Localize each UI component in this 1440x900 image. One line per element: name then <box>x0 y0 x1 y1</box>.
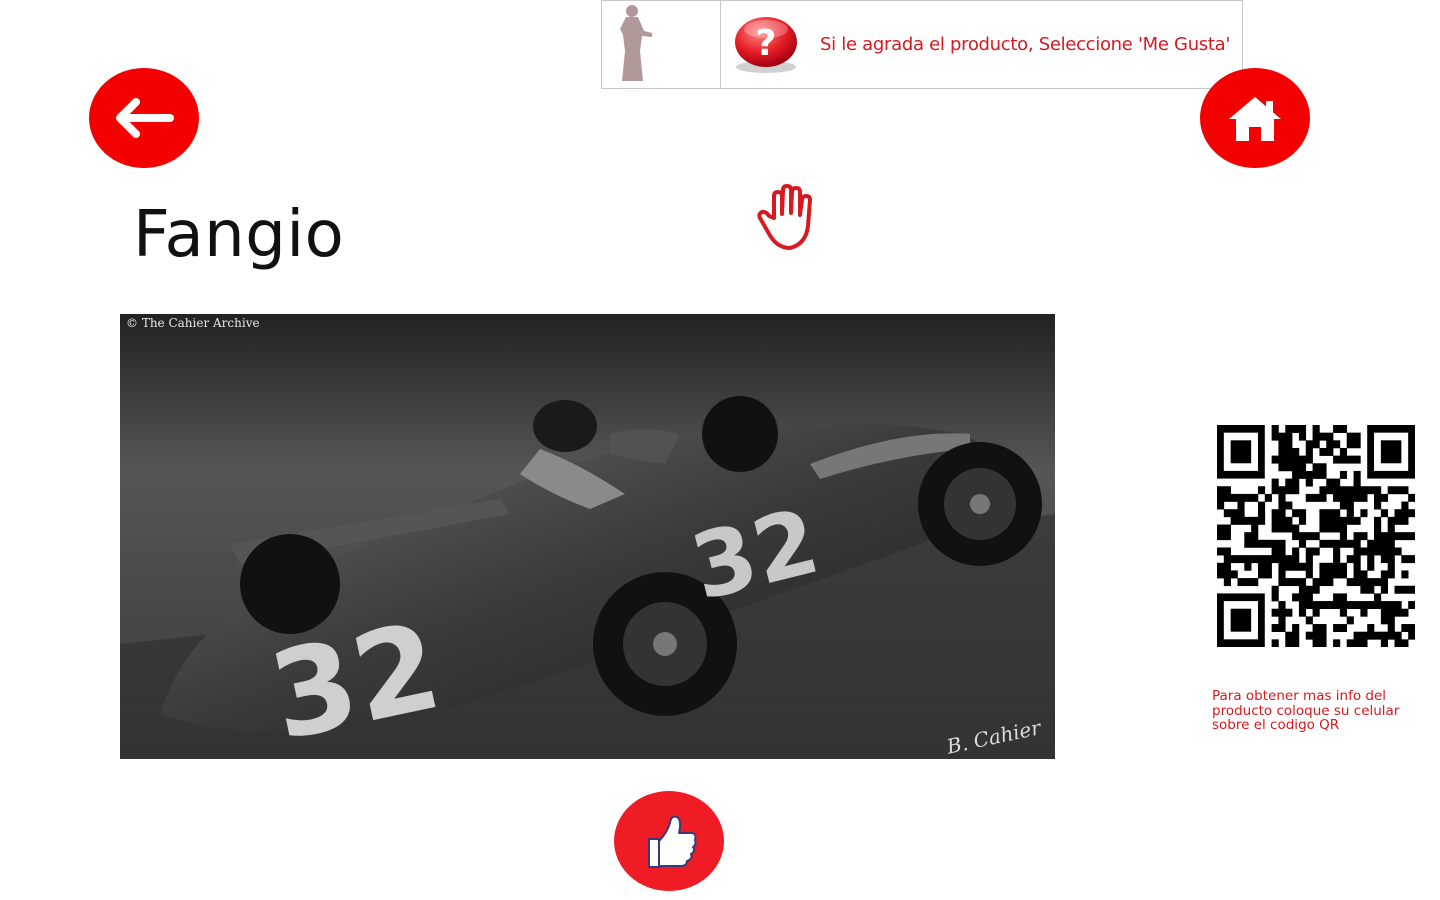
standing-person-figure-icon <box>602 1 721 89</box>
arrow-left-icon <box>116 98 174 138</box>
question-mark-icon[interactable]: ? <box>732 13 800 75</box>
qr-info-text: Para obtener mas info del producto coloq… <box>1212 688 1400 733</box>
thumbs-up-icon <box>648 815 697 868</box>
qr-code <box>1217 425 1416 648</box>
product-title: Fangio <box>133 198 345 272</box>
hint-bar: ? Si le agrada el producto, Seleccione '… <box>601 0 1243 89</box>
product-photo: 32 32 © The Cahier Archive B. Cahier <box>120 314 1055 759</box>
back-button[interactable] <box>89 68 199 168</box>
home-button[interactable] <box>1200 68 1310 168</box>
like-button[interactable] <box>614 791 724 891</box>
hint-text: Si le agrada el producto, Seleccione 'Me… <box>820 34 1231 55</box>
open-hand-icon <box>752 180 826 254</box>
house-icon <box>1229 97 1281 141</box>
svg-text:?: ? <box>756 23 777 64</box>
photo-caption: © The Cahier Archive <box>126 316 260 330</box>
